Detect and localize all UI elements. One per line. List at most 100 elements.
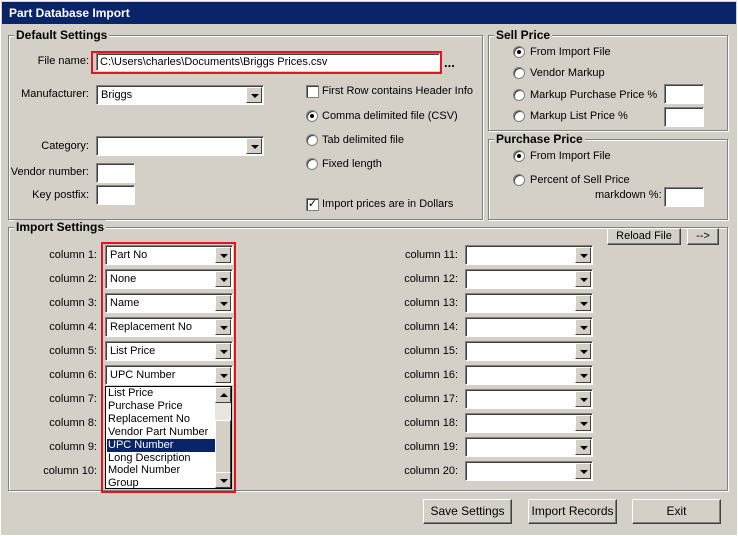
markup-purchase-field[interactable] [664, 84, 704, 104]
dropdown-arrow-icon[interactable] [575, 367, 591, 383]
sell-price-title: Sell Price [494, 28, 553, 42]
vendor-number-field[interactable] [96, 163, 135, 183]
purchase-from-import-radio[interactable] [513, 150, 525, 162]
dropdown-option[interactable]: Replacement No [107, 413, 217, 426]
file-name-highlight [91, 51, 442, 74]
column-12-label: column 12: [404, 273, 458, 285]
fixed-length-radio[interactable] [306, 158, 318, 170]
save-settings-button[interactable]: Save Settings [423, 499, 512, 524]
key-postfix-field[interactable] [96, 185, 135, 205]
column-20-select[interactable] [465, 461, 593, 481]
dropdown-option[interactable]: Long Description [107, 452, 217, 465]
column-18-select[interactable] [465, 413, 593, 433]
column-12-select[interactable] [465, 269, 593, 289]
column-2-label: column 2: [49, 273, 97, 285]
dropdown-arrow-icon[interactable] [575, 415, 591, 431]
column-1-label: column 1: [49, 249, 97, 261]
import-dollars-label: Import prices are in Dollars [322, 198, 454, 210]
markdown-label: markdown %: [595, 189, 662, 201]
vendor-number-label: Vendor number: [10, 166, 89, 178]
dropdown-option[interactable]: Model Number [107, 464, 217, 477]
tab-delimited-radio[interactable] [306, 134, 318, 146]
column-16-select[interactable] [465, 365, 593, 385]
import-dollars-checkbox[interactable]: ✓ [306, 198, 319, 211]
column-10-label: column 10: [43, 465, 97, 477]
vendor-markup-label: Vendor Markup [530, 67, 605, 79]
scroll-thumb[interactable] [215, 420, 231, 476]
column-4-label: column 4: [49, 321, 97, 333]
column-19-select[interactable] [465, 437, 593, 457]
scroll-down-icon[interactable] [215, 472, 231, 488]
column-13-select[interactable] [465, 293, 593, 313]
purchase-from-import-label: From Import File [530, 150, 611, 162]
column-17-select[interactable] [465, 389, 593, 409]
column-11-label: column 11: [405, 249, 458, 261]
title-bar: Part Database Import [2, 2, 736, 24]
column-19-label: column 19: [404, 441, 458, 453]
manufacturer-value: Briggs [101, 89, 133, 101]
markdown-field[interactable] [664, 187, 704, 207]
sell-from-import-radio[interactable] [513, 46, 525, 58]
dropdown-arrow-icon[interactable] [575, 391, 591, 407]
dropdown-scrollbar[interactable] [215, 387, 231, 488]
markup-purchase-radio[interactable] [513, 89, 525, 101]
column-7-label: column 7: [49, 393, 97, 405]
column-8-label: column 8: [49, 417, 97, 429]
column-17-label: column 17: [404, 393, 458, 405]
dropdown-option[interactable]: Vendor Part Number [107, 426, 217, 439]
dropdown-arrow-icon[interactable] [575, 439, 591, 455]
dropdown-option[interactable]: List Price [107, 387, 217, 400]
default-settings-title: Default Settings [14, 28, 110, 42]
column-20-label: column 20: [404, 465, 458, 477]
vendor-markup-radio[interactable] [513, 67, 525, 79]
sell-from-import-label: From Import File [530, 46, 611, 58]
dropdown-arrow-icon[interactable] [575, 295, 591, 311]
part-database-import-window: Part Database Import Default Settings Fi… [0, 0, 738, 536]
manufacturer-select[interactable]: Briggs [96, 85, 264, 105]
first-row-header-checkbox[interactable] [306, 85, 319, 98]
dropdown-option[interactable]: UPC Number [107, 438, 217, 452]
file-name-label: File name: [37, 55, 89, 67]
dropdown-option[interactable]: Group [107, 477, 217, 490]
reload-file-button[interactable]: Reload File [607, 228, 681, 245]
percent-sell-radio[interactable] [513, 174, 525, 186]
fixed-length-label: Fixed length [322, 158, 382, 170]
scroll-up-icon[interactable] [215, 387, 231, 403]
column-3-label: column 3: [49, 297, 97, 309]
column-6-label: column 6: [49, 369, 97, 381]
import-settings-title: Import Settings [14, 220, 107, 234]
tab-delimited-label: Tab delimited file [322, 134, 404, 146]
column-13-label: column 13: [404, 297, 458, 309]
dropdown-arrow-icon[interactable] [575, 463, 591, 479]
markup-list-radio[interactable] [513, 110, 525, 122]
import-records-button[interactable]: Import Records [528, 499, 617, 524]
dropdown-arrow-icon[interactable] [246, 87, 262, 103]
manufacturer-label: Manufacturer: [21, 88, 89, 100]
next-arrow-button[interactable]: --> [687, 228, 719, 245]
dropdown-arrow-icon[interactable] [575, 271, 591, 287]
browse-button[interactable]: ... [444, 56, 455, 69]
exit-button[interactable]: Exit [632, 499, 721, 524]
markup-list-field[interactable] [664, 107, 704, 127]
dropdown-arrow-icon[interactable] [575, 319, 591, 335]
column-dropdown-list[interactable]: List Price Purchase Price Replacement No Ve… [105, 386, 232, 489]
dropdown-arrow-icon[interactable] [246, 138, 262, 154]
column-11-select[interactable] [465, 245, 593, 265]
window-title: Part Database Import [9, 6, 130, 20]
csv-radio[interactable] [306, 110, 318, 122]
category-label: Category: [41, 140, 89, 152]
dropdown-arrow-icon[interactable] [575, 247, 591, 263]
column-15-select[interactable] [465, 341, 593, 361]
key-postfix-label: Key postfix: [32, 189, 89, 201]
markup-list-label: Markup List Price % [530, 110, 628, 122]
dropdown-option[interactable]: Purchase Price [107, 400, 217, 413]
column-14-select[interactable] [465, 317, 593, 337]
dropdown-arrow-icon[interactable] [575, 343, 591, 359]
first-row-header-label: First Row contains Header Info [322, 85, 474, 97]
column-9-label: column 9: [49, 441, 97, 453]
column-15-label: column 15: [404, 345, 458, 357]
column-16-label: column 16: [404, 369, 458, 381]
category-select[interactable] [96, 136, 264, 156]
column-18-label: column 18: [404, 417, 458, 429]
column-14-label: column 14: [404, 321, 458, 333]
